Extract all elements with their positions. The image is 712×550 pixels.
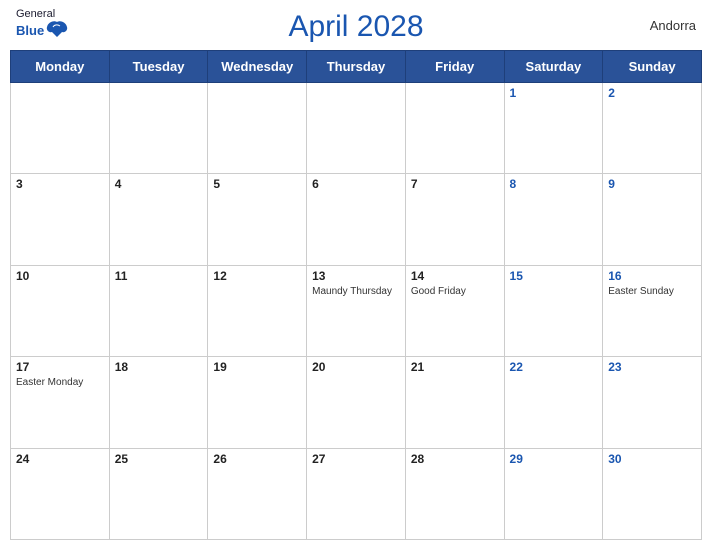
calendar-cell: 27: [307, 448, 406, 539]
calendar-cell: 18: [109, 357, 208, 448]
calendar-cell: 12: [208, 265, 307, 356]
calendar-cell: 23: [603, 357, 702, 448]
day-number: 19: [213, 360, 301, 374]
calendar-cell: 13 Maundy Thursday: [307, 265, 406, 356]
holiday-label: Good Friday: [411, 285, 499, 298]
day-number: 5: [213, 177, 301, 191]
day-number: 11: [115, 269, 203, 283]
logo: General Blue: [16, 8, 68, 38]
week-row-2: 3456789: [11, 174, 702, 265]
holiday-label: Easter Monday: [16, 376, 104, 389]
day-number: 8: [510, 177, 598, 191]
calendar-cell: 29: [504, 448, 603, 539]
page: General Blue April 2028 Andorra Monday: [0, 0, 712, 550]
day-number: 6: [312, 177, 400, 191]
logo-general: General: [16, 8, 68, 20]
day-number: 16: [608, 269, 696, 283]
calendar-cell: 1: [504, 83, 603, 174]
calendar-cell: 25: [109, 448, 208, 539]
calendar-cell: 15: [504, 265, 603, 356]
calendar-cell: 28: [405, 448, 504, 539]
logo-blue: Blue: [16, 23, 44, 38]
calendar-cell: 9: [603, 174, 702, 265]
header-tuesday: Tuesday: [109, 51, 208, 83]
day-number: 14: [411, 269, 499, 283]
calendar-cell: 2: [603, 83, 702, 174]
day-number: 27: [312, 452, 400, 466]
calendar-table: Monday Tuesday Wednesday Thursday Friday…: [10, 50, 702, 540]
calendar-title: April 2028: [288, 10, 423, 44]
day-number: 1: [510, 86, 598, 100]
calendar-cell: 3: [11, 174, 110, 265]
calendar-cell: [11, 83, 110, 174]
day-number: 20: [312, 360, 400, 374]
calendar-cell: [208, 83, 307, 174]
calendar-cell: 10: [11, 265, 110, 356]
calendar-cell: 30: [603, 448, 702, 539]
calendar-cell: 17 Easter Monday: [11, 357, 110, 448]
day-number: 10: [16, 269, 104, 283]
day-number: 15: [510, 269, 598, 283]
calendar-cell: [405, 83, 504, 174]
calendar-container: Monday Tuesday Wednesday Thursday Friday…: [10, 50, 702, 540]
day-number: 24: [16, 452, 104, 466]
week-row-3: 10 11 12 13 Maundy Thursday 14 Good Friday 15 16…: [11, 265, 702, 356]
calendar-cell: 21: [405, 357, 504, 448]
calendar-cell: 19: [208, 357, 307, 448]
day-number: 4: [115, 177, 203, 191]
logo-bird-icon: [46, 20, 68, 38]
calendar-cell: 24: [11, 448, 110, 539]
holiday-label: Maundy Thursday: [312, 285, 400, 298]
week-row-1: 12: [11, 83, 702, 174]
day-number: 28: [411, 452, 499, 466]
day-number: 18: [115, 360, 203, 374]
calendar-cell: 4: [109, 174, 208, 265]
region-label: Andorra: [650, 18, 696, 33]
day-number: 17: [16, 360, 104, 374]
day-number: 13: [312, 269, 400, 283]
day-number: 2: [608, 86, 696, 100]
day-number: 7: [411, 177, 499, 191]
week-row-4: 17 Easter Monday 18 19 20 21 22 23: [11, 357, 702, 448]
day-number: 25: [115, 452, 203, 466]
calendar-cell: 16 Easter Sunday: [603, 265, 702, 356]
calendar-cell: [109, 83, 208, 174]
calendar-cell: 8: [504, 174, 603, 265]
header-thursday: Thursday: [307, 51, 406, 83]
header-saturday: Saturday: [504, 51, 603, 83]
day-number: 12: [213, 269, 301, 283]
header-monday: Monday: [11, 51, 110, 83]
calendar-cell: 22: [504, 357, 603, 448]
day-number: 29: [510, 452, 598, 466]
calendar-cell: [307, 83, 406, 174]
week-row-5: 24 25 26 27 28 29 30: [11, 448, 702, 539]
header-sunday: Sunday: [603, 51, 702, 83]
calendar-cell: 20: [307, 357, 406, 448]
calendar-cell: 11: [109, 265, 208, 356]
day-number: 21: [411, 360, 499, 374]
weekday-header-row: Monday Tuesday Wednesday Thursday Friday…: [11, 51, 702, 83]
calendar-cell: 6: [307, 174, 406, 265]
header: General Blue April 2028 Andorra: [0, 0, 712, 50]
day-number: 9: [608, 177, 696, 191]
calendar-cell: 7: [405, 174, 504, 265]
day-number: 30: [608, 452, 696, 466]
calendar-cell: 26: [208, 448, 307, 539]
day-number: 26: [213, 452, 301, 466]
holiday-label: Easter Sunday: [608, 285, 696, 298]
day-number: 3: [16, 177, 104, 191]
day-number: 23: [608, 360, 696, 374]
header-friday: Friday: [405, 51, 504, 83]
calendar-cell: 5: [208, 174, 307, 265]
calendar-cell: 14 Good Friday: [405, 265, 504, 356]
day-number: 22: [510, 360, 598, 374]
header-wednesday: Wednesday: [208, 51, 307, 83]
